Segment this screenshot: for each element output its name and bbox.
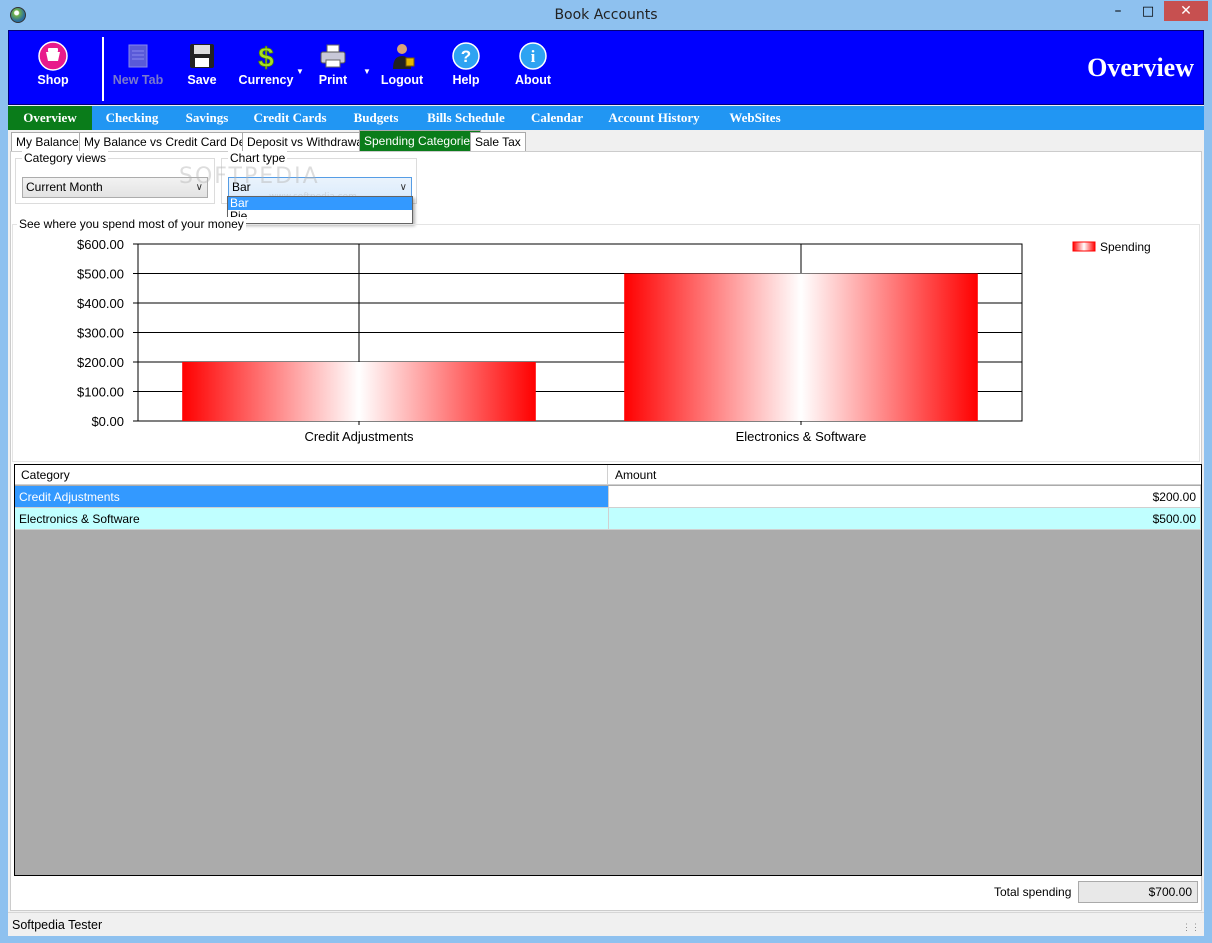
print-label: Print (318, 73, 348, 87)
tab-bills-schedule[interactable]: Bills Schedule (414, 106, 518, 130)
save-icon (190, 44, 214, 68)
category-views-label: Category views (22, 151, 109, 165)
svg-text:i: i (531, 47, 536, 66)
main-toolbar: Shop New Tab Save $ Currency ▼ Print ▼ L… (8, 30, 1204, 105)
shop-label: Shop (37, 73, 69, 87)
save-label: Save (187, 73, 217, 87)
logout-button[interactable]: Logout (370, 41, 434, 97)
logout-icon (393, 44, 415, 69)
currency-label: Currency (238, 73, 294, 87)
app-window: Book Accounts – □ ✕ Shop New Tab Save $ … (0, 0, 1212, 943)
option-pie[interactable]: Pie (228, 210, 412, 223)
col-header-category[interactable]: Category (15, 465, 608, 485)
subtab-deposit-vs-withdrawal[interactable]: Deposit vs Withdrawal (242, 132, 371, 151)
chart-type-label: Chart type (228, 151, 288, 165)
tab-account-history[interactable]: Account History (596, 106, 712, 130)
spending-bar-chart: $0.00 $100.00 $200.00 $300.00 $400.00 $500.00… (77, 237, 1151, 444)
x-tick-label: Credit Adjustments (304, 429, 414, 444)
spending-panel: Category views Current Month ∨ Chart typ… (10, 151, 1202, 911)
resize-grip-icon[interactable]: ⋮⋮ (1182, 922, 1200, 933)
spending-grid: Category Amount Credit Adjustments $200.… (14, 464, 1202, 876)
chart-type-select[interactable]: Bar ∨ (228, 177, 412, 198)
legend-swatch (1072, 241, 1096, 252)
tab-websites[interactable]: WebSites (716, 106, 794, 130)
tab-calendar[interactable]: Calendar (522, 106, 592, 130)
close-button[interactable]: ✕ (1164, 1, 1208, 21)
chart-type-dropdown: Bar Pie (227, 196, 413, 224)
currency-button[interactable]: $ Currency (234, 41, 298, 97)
currency-icon: $ (258, 42, 275, 71)
logout-label: Logout (380, 73, 424, 87)
y-tick-label: $200.00 (77, 355, 124, 370)
cell-category[interactable]: Electronics & Software (15, 508, 609, 530)
table-row[interactable]: Credit Adjustments $200.00 (15, 486, 1201, 508)
total-spending-value: $700.00 (1078, 881, 1198, 903)
cell-category[interactable]: Credit Adjustments (15, 486, 609, 508)
tab-savings[interactable]: Savings (174, 106, 240, 130)
new-tab-button[interactable]: New Tab (106, 41, 170, 97)
category-views-group: Category views Current Month ∨ (15, 151, 215, 204)
cell-amount[interactable]: $500.00 (609, 508, 1201, 530)
shop-icon (38, 41, 68, 71)
chart-type-value: Bar (232, 180, 251, 194)
tab-checking[interactable]: Checking (94, 106, 170, 130)
about-icon: i (519, 42, 547, 70)
new-tab-icon (128, 44, 148, 68)
y-tick-label: $600.00 (77, 237, 124, 252)
grid-header: Category Amount (15, 465, 1201, 485)
tab-overview[interactable]: Overview (8, 106, 92, 130)
main-nav: Overview Checking Savings Credit Cards B… (8, 106, 1204, 130)
print-icon (320, 44, 346, 68)
subtab-sale-tax[interactable]: Sale Tax (470, 132, 526, 151)
x-tick-label: Electronics & Software (736, 429, 867, 444)
col-header-amount[interactable]: Amount (609, 465, 1199, 485)
client-area: Shop New Tab Save $ Currency ▼ Print ▼ L… (8, 30, 1204, 936)
bar (182, 362, 536, 421)
shop-button[interactable]: Shop (21, 41, 85, 97)
title-bar: Book Accounts – □ ✕ (0, 0, 1212, 30)
about-label: About (514, 73, 552, 87)
y-tick-label: $300.00 (77, 326, 124, 341)
chart-caption: See where you spend most of your money (17, 217, 246, 231)
tab-credit-cards[interactable]: Credit Cards (244, 106, 336, 130)
about-button[interactable]: i About (501, 41, 565, 97)
svg-text:?: ? (461, 47, 471, 66)
y-tick-label: $100.00 (77, 385, 124, 400)
subtab-my-balance[interactable]: My Balance (11, 132, 84, 151)
subtab-balance-vs-credit[interactable]: My Balance vs Credit Card Debt (79, 132, 261, 151)
help-label: Help (452, 73, 480, 87)
sub-tabs: My Balance My Balance vs Credit Card Deb… (8, 130, 1204, 151)
legend-label: Spending (1100, 240, 1151, 254)
bar (624, 273, 978, 421)
y-tick-label: $0.00 (91, 414, 124, 429)
help-icon: ? (452, 42, 480, 70)
chevron-down-icon: ∨ (195, 182, 203, 193)
total-spending-label: Total spending (994, 885, 1072, 899)
category-views-value: Current Month (26, 180, 103, 194)
svg-text:$: $ (258, 42, 274, 71)
help-button[interactable]: ? Help (434, 41, 498, 97)
minimize-button[interactable]: – (1104, 1, 1132, 21)
save-button[interactable]: Save (170, 41, 234, 97)
new-tab-label: New Tab (112, 73, 164, 87)
y-tick-label: $400.00 (77, 296, 124, 311)
table-row[interactable]: Electronics & Software $500.00 (15, 508, 1201, 530)
page-title: Overview (1087, 53, 1194, 82)
y-tick-label: $500.00 (77, 267, 124, 282)
maximize-button[interactable]: □ (1134, 1, 1162, 21)
toolbar-separator (102, 37, 104, 101)
status-bar: Softpedia Tester ⋮⋮ (8, 912, 1204, 936)
window-title: Book Accounts (554, 7, 658, 23)
cell-amount[interactable]: $200.00 (609, 486, 1201, 508)
tab-budgets[interactable]: Budgets (340, 106, 412, 130)
option-bar[interactable]: Bar (228, 197, 412, 210)
subtab-spending-categories[interactable]: Spending Categories (359, 130, 482, 151)
category-views-select[interactable]: Current Month ∨ (22, 177, 208, 198)
chevron-down-icon: ∨ (399, 182, 407, 193)
print-button[interactable]: Print (301, 41, 365, 97)
status-text: Softpedia Tester (12, 918, 103, 932)
